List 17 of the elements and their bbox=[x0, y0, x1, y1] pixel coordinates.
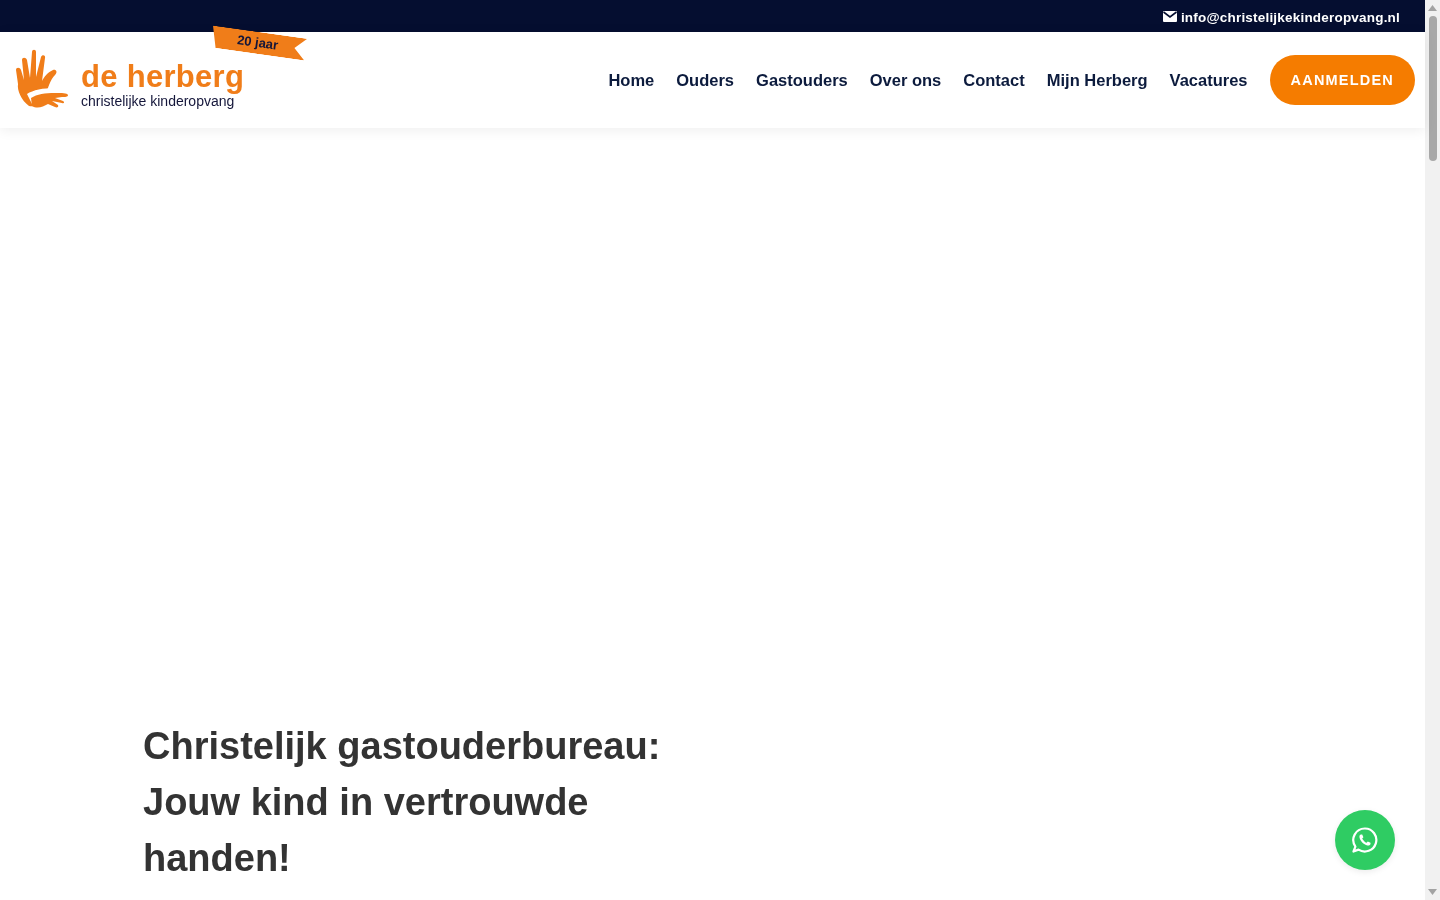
scroll-down-arrow-icon[interactable] bbox=[1428, 889, 1437, 895]
email-link[interactable]: info@christelijkekinderopvang.nl bbox=[1180, 10, 1400, 25]
scrollbar-thumb[interactable] bbox=[1428, 16, 1437, 161]
nav-link[interactable]: Home bbox=[608, 70, 655, 90]
mail-icon bbox=[1162, 10, 1177, 22]
nav-link[interactable]: Contact bbox=[963, 70, 1025, 90]
hand-logo-icon[interactable] bbox=[15, 48, 71, 110]
scroll-up-arrow-icon[interactable] bbox=[1428, 5, 1437, 11]
nav-link[interactable]: Ouders bbox=[676, 70, 735, 90]
nav-link[interactable]: Vacatures bbox=[1169, 70, 1248, 90]
nav-link[interactable]: Gastouders bbox=[756, 70, 848, 90]
scrollbar[interactable] bbox=[1425, 0, 1440, 900]
hero-heading: Christelijk gastouderbureau: Jouw kind in vertrouwde handen! bbox=[143, 724, 662, 881]
nav-link[interactable]: Mijn Herberg bbox=[1046, 70, 1148, 90]
phone-bubble-icon bbox=[1351, 826, 1379, 854]
chat-button[interactable] bbox=[1335, 810, 1395, 870]
nav-link[interactable]: Over ons bbox=[869, 70, 942, 90]
